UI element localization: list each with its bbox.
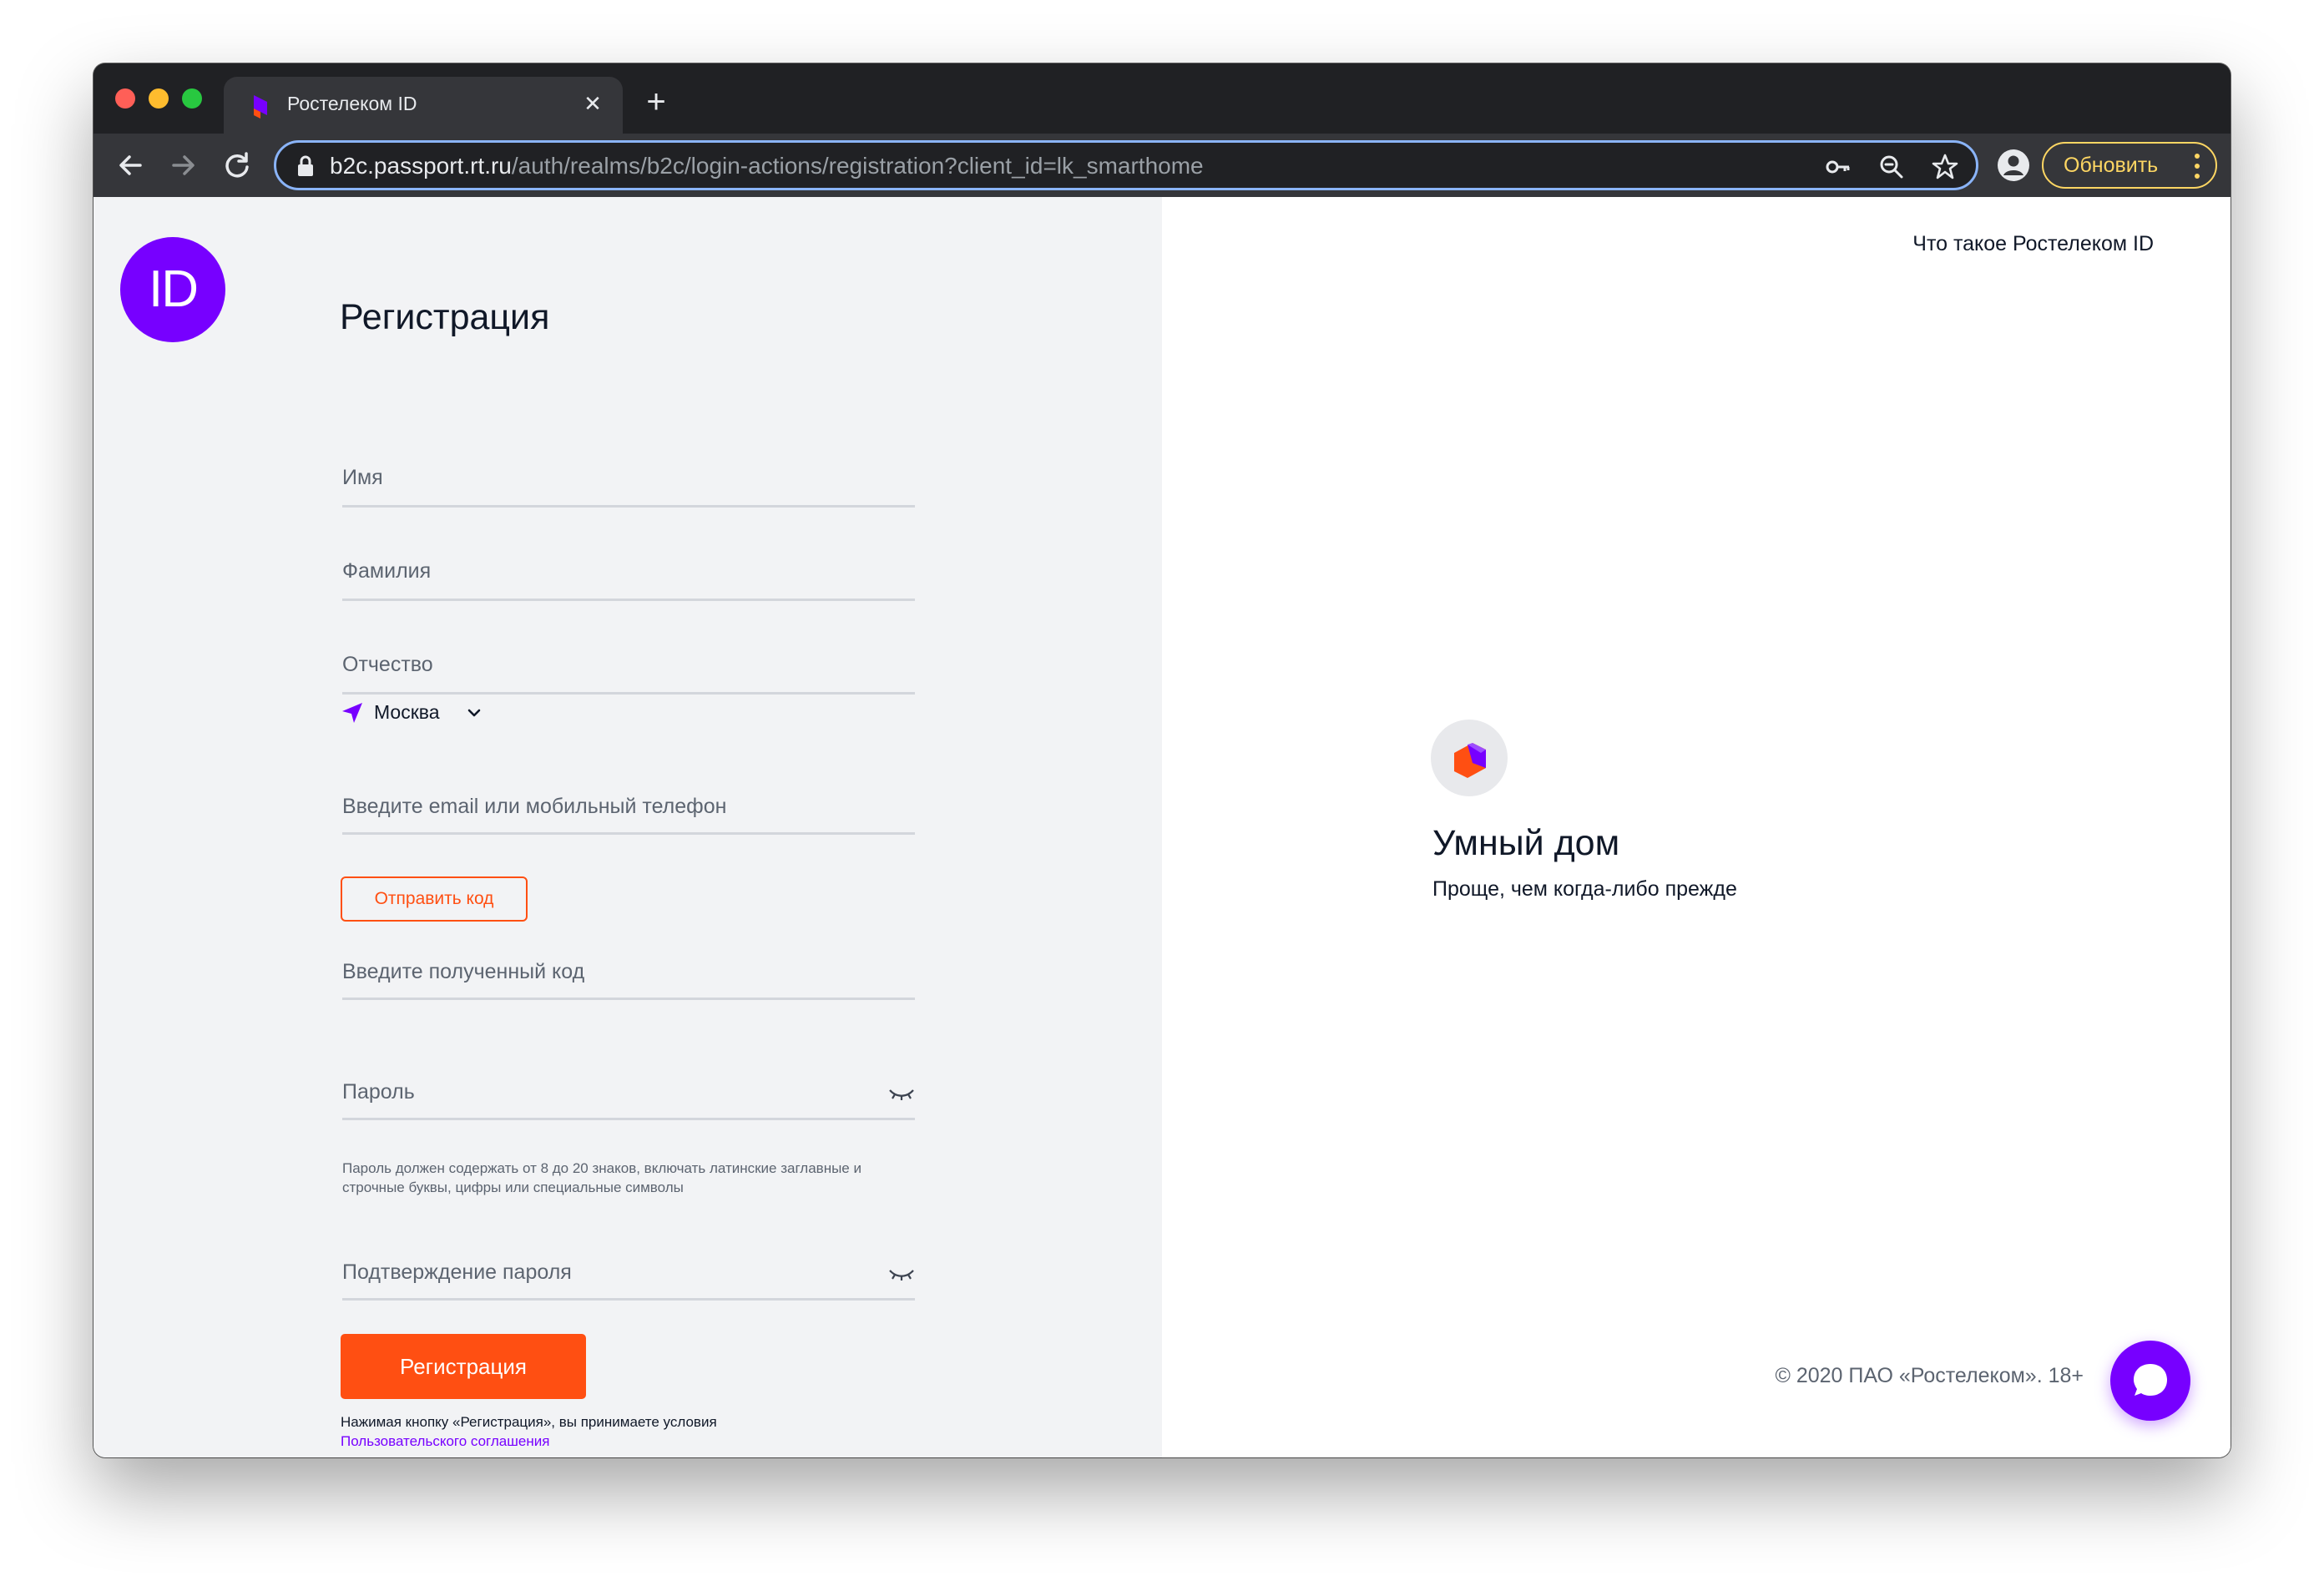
smart-home-logo-icon — [1454, 743, 1486, 778]
contact-field[interactable]: Введите email или мобильный телефон — [342, 781, 915, 835]
browser-tab[interactable]: Ростелеком ID ✕ — [224, 77, 623, 134]
password-confirm-field[interactable]: Подтверждение пароля — [342, 1245, 915, 1301]
maximize-window-button[interactable] — [182, 88, 202, 109]
password-confirm-label: Подтверждение пароля — [342, 1260, 572, 1284]
eye-closed-icon[interactable] — [888, 1087, 915, 1102]
send-code-button[interactable]: Отправить код — [341, 876, 528, 922]
minimize-window-button[interactable] — [149, 88, 169, 109]
copyright-text: © 2020 ПАО «Ростелеком». 18+ — [1775, 1364, 2084, 1387]
registration-panel: ID Регистрация Имя Фамилия Отчество Моск… — [93, 197, 1162, 1457]
password-hint: Пароль должен содержать от 8 до 20 знако… — [342, 1160, 861, 1195]
tab-strip: Ростелеком ID ✕ + — [93, 63, 2231, 134]
first-name-field[interactable]: Имя — [342, 454, 915, 508]
password-label: Пароль — [342, 1080, 415, 1104]
last-name-field[interactable]: Фамилия — [342, 548, 915, 601]
chat-bubble-icon — [2134, 1364, 2167, 1396]
contact-label: Введите email или мобильный телефон — [342, 795, 727, 818]
what-is-rostelecom-id-link[interactable]: Что такое Ростелеком ID — [1912, 232, 2154, 256]
eye-closed-icon[interactable] — [888, 1267, 915, 1282]
region-value: Москва — [374, 701, 440, 723]
location-arrow-icon — [342, 703, 362, 723]
code-field[interactable]: Введите полученный код — [342, 945, 915, 1000]
smart-home-icon — [1431, 720, 1508, 796]
close-icon[interactable]: ✕ — [578, 88, 608, 119]
plus-icon[interactable]: + — [639, 85, 673, 120]
agreement-note: Нажимая кнопку «Регистрация», вы принима… — [341, 1412, 717, 1451]
arrow-right-icon[interactable] — [167, 149, 200, 182]
update-button[interactable]: Обновить — [2042, 142, 2217, 189]
url-host: b2c.passport.rt.ru — [330, 153, 512, 179]
register-button[interactable]: Регистрация — [341, 1334, 586, 1399]
key-icon[interactable] — [1824, 153, 1852, 181]
account-circle-icon[interactable] — [1997, 149, 2030, 182]
chevron-down-icon — [467, 709, 481, 717]
promo-panel: Что такое Ростелеком ID Умный дом Проще,… — [1162, 197, 2231, 1457]
tab-title: Ростелеком ID — [287, 93, 417, 114]
password-field[interactable]: Пароль — [342, 1065, 915, 1120]
user-agreement-link[interactable]: Пользовательского соглашения — [341, 1432, 717, 1451]
page-title: Регистрация — [340, 297, 550, 337]
reload-icon[interactable] — [220, 149, 254, 182]
last-name-label: Фамилия — [342, 559, 432, 583]
lock-icon[interactable] — [296, 155, 315, 177]
browser-toolbar: b2c.passport.rt.ru/auth/realms/b2c/login… — [93, 134, 2231, 197]
first-name-label: Имя — [342, 466, 383, 489]
url-text[interactable]: b2c.passport.rt.ru/auth/realms/b2c/login… — [330, 153, 1204, 179]
more-vert-icon[interactable] — [2194, 152, 2200, 180]
chat-button[interactable] — [2110, 1341, 2190, 1421]
address-bar[interactable]: b2c.passport.rt.ru/auth/realms/b2c/login… — [274, 140, 1978, 190]
rostelecom-id-logo[interactable]: ID — [120, 237, 225, 342]
page-content: ID Регистрация Имя Фамилия Отчество Моск… — [93, 197, 2231, 1457]
url-path: /auth/realms/b2c/login-actions/registrat… — [511, 153, 1204, 179]
arrow-left-icon[interactable] — [114, 149, 147, 182]
star-icon[interactable] — [1931, 153, 1959, 181]
zoom-icon[interactable] — [1877, 153, 1906, 181]
code-label: Введите полученный код — [342, 960, 585, 983]
patronymic-field[interactable]: Отчество — [342, 641, 915, 695]
patronymic-label: Отчество — [342, 653, 433, 676]
agreement-text: Нажимая кнопку «Регистрация», вы принима… — [341, 1414, 717, 1430]
product-title: Умный дом — [1432, 823, 1620, 863]
close-window-button[interactable] — [115, 88, 135, 109]
update-button-label: Обновить — [2064, 154, 2159, 177]
product-subtitle: Проще, чем когда-либо прежде — [1432, 877, 1737, 901]
browser-window: Ростелеком ID ✕ + b2c.passport.rt.ru/aut… — [93, 63, 2231, 1457]
rostelecom-favicon-icon — [254, 95, 267, 119]
